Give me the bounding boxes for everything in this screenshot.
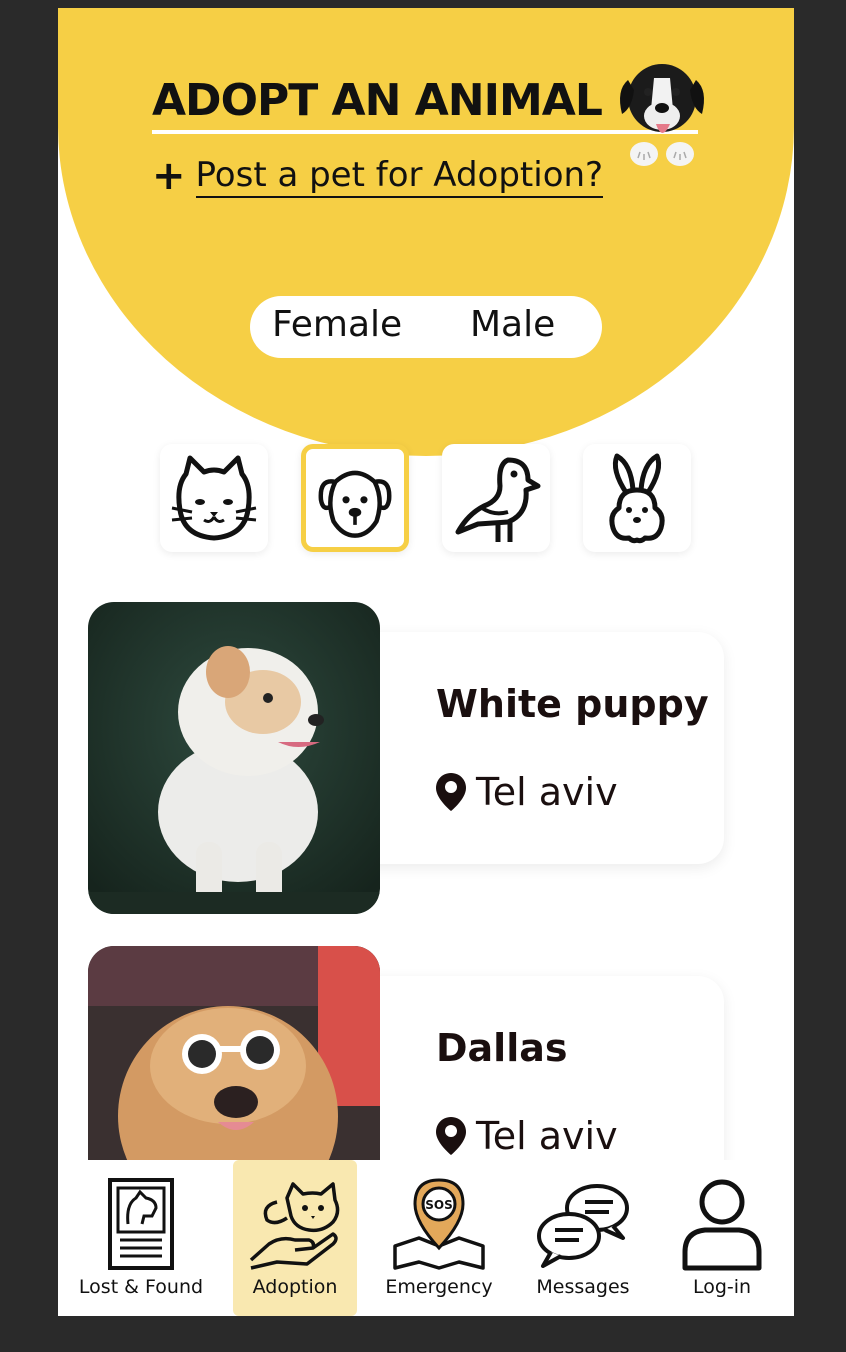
svg-text:SOS: SOS — [425, 1198, 453, 1212]
nav-emergency[interactable]: SOS Emergency — [378, 1160, 500, 1316]
nav-label: Adoption — [252, 1276, 338, 1298]
messages-icon — [537, 1184, 629, 1268]
pet-location: Tel aviv — [436, 770, 618, 814]
adoption-icon — [249, 1182, 340, 1270]
location-pin-icon — [436, 773, 466, 811]
dog-icon — [318, 470, 392, 538]
cat-icon — [171, 455, 257, 541]
nav-messages[interactable]: Messages — [524, 1160, 642, 1316]
post-pet-label: Post a pet for Adoption? — [195, 154, 604, 198]
pet-photo — [88, 602, 380, 914]
nav-label: Lost & Found — [78, 1276, 204, 1298]
nav-label: Log-in — [692, 1276, 752, 1298]
pet-location: Tel aviv — [436, 1114, 618, 1158]
location-pin-icon — [436, 1117, 466, 1155]
nav-label: Messages — [536, 1276, 630, 1298]
puppy-illustration — [620, 64, 704, 166]
pet-name: Dallas — [436, 1026, 568, 1070]
rabbit-icon — [609, 453, 665, 544]
bird-icon — [455, 457, 541, 542]
lost-found-icon — [108, 1178, 174, 1270]
category-dog-button[interactable] — [301, 444, 409, 552]
bottom-nav: Lost & Found Adoption SOS Emergency Mess… — [58, 1160, 794, 1316]
gender-toggle: Female Male — [250, 296, 602, 358]
pet-card[interactable]: White puppy Tel aviv — [88, 602, 752, 914]
pet-name: White puppy — [436, 682, 709, 726]
nav-lost-found[interactable]: Lost & Found — [72, 1160, 210, 1316]
emergency-sos-icon: SOS — [393, 1178, 485, 1270]
pet-card-info: White puppy Tel aviv — [348, 632, 724, 864]
post-pet-link[interactable]: + Post a pet for Adoption? — [152, 153, 604, 199]
nav-label: Emergency — [385, 1276, 493, 1298]
category-rabbit-button[interactable] — [583, 444, 691, 552]
category-bird-button[interactable] — [442, 444, 550, 552]
pet-location-text: Tel aviv — [476, 1114, 618, 1158]
phone-screen: ADOPT AN ANIMAL + Post a pet for Adoptio… — [58, 8, 794, 1316]
gender-option-male[interactable]: Male — [470, 304, 555, 345]
plus-icon: + — [152, 153, 186, 199]
nav-adoption[interactable]: Adoption — [233, 1160, 357, 1316]
nav-login[interactable]: Log-in — [666, 1160, 778, 1316]
category-cat-button[interactable] — [160, 444, 268, 552]
pet-location-text: Tel aviv — [476, 770, 618, 814]
gender-option-female[interactable]: Female — [272, 304, 402, 345]
user-icon — [682, 1179, 762, 1271]
category-filter — [58, 444, 794, 552]
